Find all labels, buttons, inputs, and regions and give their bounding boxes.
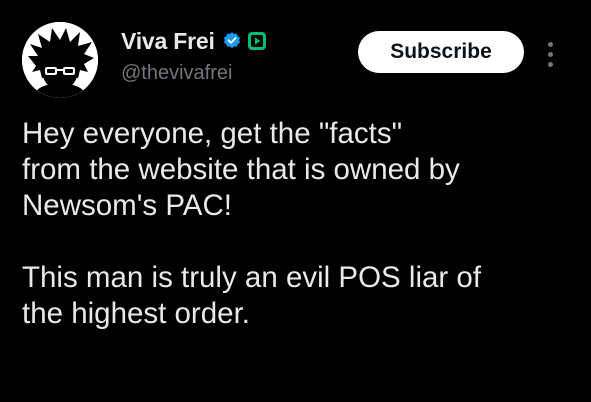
tweet-card: Viva Frei @thevivafrei Subscribe Hey eve… bbox=[0, 0, 591, 402]
subscribe-button[interactable]: Subscribe bbox=[358, 31, 524, 73]
avatar-icon bbox=[22, 22, 98, 98]
display-name[interactable]: Viva Frei bbox=[121, 26, 215, 56]
author-name-row: Viva Frei bbox=[121, 26, 267, 56]
more-dot bbox=[548, 52, 553, 57]
tweet-paragraph: This man is truly an evil POS liar of th… bbox=[22, 261, 482, 330]
avatar[interactable] bbox=[22, 22, 98, 98]
verified-badge-icon[interactable] bbox=[222, 31, 242, 51]
more-dot bbox=[548, 42, 553, 47]
more-dot bbox=[548, 62, 553, 67]
tweet-text: Hey everyone, get the "facts" from the w… bbox=[22, 116, 570, 332]
affiliate-play-icon[interactable] bbox=[247, 31, 267, 51]
tweet-paragraph: Hey everyone, get the "facts" from the w… bbox=[22, 117, 460, 222]
more-vertical-icon[interactable] bbox=[541, 36, 561, 72]
author-handle[interactable]: @thevivafrei bbox=[121, 60, 232, 86]
